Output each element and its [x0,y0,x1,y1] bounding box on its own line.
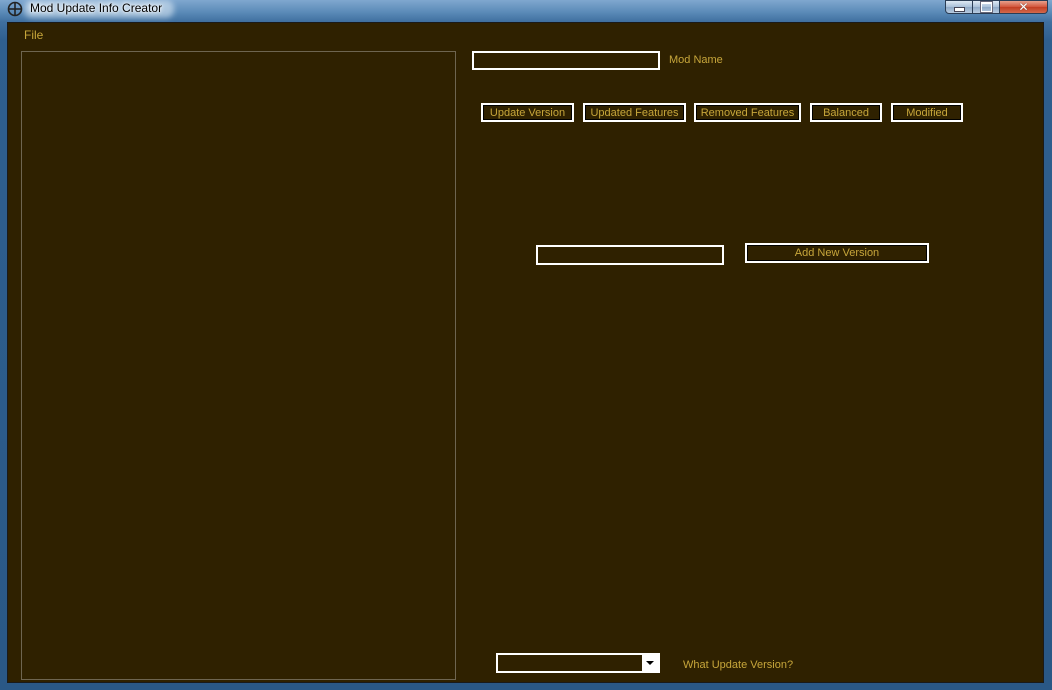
crosshair-circle-icon[interactable] [7,1,23,17]
version-list-panel[interactable] [21,51,456,680]
minimize-icon [953,7,965,12]
add-new-version-button[interactable]: Add New Version [745,243,929,263]
mod-name-input[interactable] [472,51,660,70]
mod-name-label: Mod Name [669,54,723,66]
close-icon: ✕ [1018,0,1029,14]
close-button[interactable]: ✕ [1000,0,1048,14]
new-version-input[interactable] [536,245,724,265]
update-version-label: What Update Version? [683,659,794,671]
maximize-button[interactable] [973,0,1000,14]
menu-file[interactable]: File [24,28,43,42]
maximize-icon [980,2,992,12]
title-bar[interactable]: Mod Update Info Creator ✕ [0,0,1052,22]
update-version-select[interactable] [496,653,660,673]
chevron-down-icon [646,661,654,665]
tab-update-version[interactable]: Update Version [481,103,574,122]
menu-bar: File [8,23,1043,45]
window-title: Mod Update Info Creator [30,1,163,15]
tab-modified[interactable]: Modified [891,103,963,122]
tab-updated-features[interactable]: Updated Features [583,103,686,122]
client-area: File Mod Name Update Version Updated Fea… [7,22,1044,683]
tab-balanced[interactable]: Balanced [810,103,882,122]
minimize-button[interactable] [945,0,973,14]
app-window: Mod Update Info Creator ✕ File Mod Name … [0,0,1052,690]
caption-buttons: ✕ [945,0,1048,16]
tab-removed-features[interactable]: Removed Features [694,103,801,122]
combo-dropdown-button[interactable] [642,655,658,671]
